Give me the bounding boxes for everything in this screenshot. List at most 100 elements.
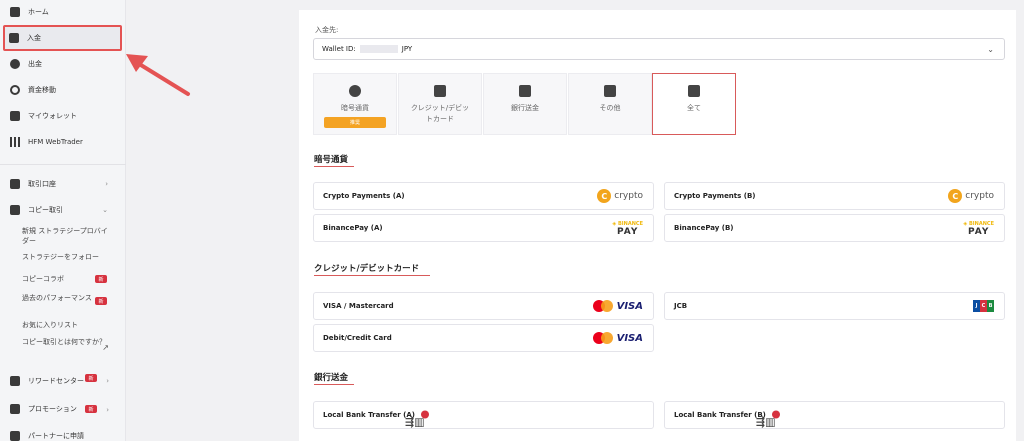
wallet-id-prefix: Wallet ID: <box>322 45 356 53</box>
section-underline <box>314 275 430 276</box>
sidebar-divider <box>0 164 126 165</box>
sidebar-subitem-new-provider[interactable]: 新規 ストラテジープロバイダー <box>22 226 114 246</box>
sidebar-item-label: HFM WebTrader <box>28 138 83 146</box>
sidebar-subitem-follow-strategy[interactable]: ストラテジーをフォロー <box>22 252 114 262</box>
tab-label: クレジット/デビットカード <box>410 104 470 123</box>
my-wallet-icon <box>10 111 20 121</box>
tab-label: 銀行送金 <box>511 104 539 112</box>
sidebar-item-withdraw[interactable]: 出金 <box>6 53 122 75</box>
payment-card-label: Crypto Payments (A) <box>323 192 405 200</box>
bank-transfer-icon: ⇶▥ <box>756 410 780 428</box>
sidebar-item-reward-center[interactable]: リワードセンター <box>6 370 122 392</box>
payment-method-tabs: 暗号通貨 推奨 クレジット/デビットカード 銀行送金 その他 全て <box>313 73 737 135</box>
payment-card-visa-mastercard[interactable]: VISA / Mastercard VISA <box>313 292 654 320</box>
sidebar-item-label: 出金 <box>28 60 42 68</box>
sidebar-item-apply-partner[interactable]: パートナーに申請 <box>6 425 122 441</box>
sidebar-item-label: コピー取引 <box>28 206 63 214</box>
payment-card-debit-credit[interactable]: Debit/Credit Card VISA <box>313 324 654 352</box>
wallet-icon <box>604 85 616 97</box>
sidebar-subitem-label: 過去のパフォーマンス <box>22 294 92 302</box>
annotation-arrow <box>126 54 190 96</box>
tab-crypto[interactable]: 暗号通貨 推奨 <box>313 73 397 135</box>
tab-other[interactable]: その他 <box>568 73 652 135</box>
payment-card-label: Local Bank Transfer (B) <box>674 411 766 419</box>
section-title-bank: 銀行送金 <box>314 373 349 383</box>
section-title-crypto: 暗号通貨 <box>314 155 349 165</box>
new-badge: 新 <box>85 374 97 382</box>
chevron-right-icon: › <box>105 180 108 188</box>
payment-card-crypto-b[interactable]: Crypto Payments (B) Ccrypto <box>664 182 1005 210</box>
bitcoin-icon <box>349 85 361 97</box>
bank-icon <box>519 85 531 97</box>
tab-card[interactable]: クレジット/デビットカード <box>398 73 482 135</box>
sidebar-item-label: 取引口座 <box>28 180 56 188</box>
payment-card-jcb[interactable]: JCB J C B <box>664 292 1005 320</box>
all-methods-icon <box>688 85 700 97</box>
crypto-logo-icon: Ccrypto <box>948 189 994 203</box>
sidebar-subitem-what-is-copy[interactable]: コピー取引とは何ですか？ <box>22 337 114 347</box>
sidebar-item-my-wallet[interactable]: マイウォレット <box>6 105 122 127</box>
tab-label: 暗号通貨 <box>341 104 369 112</box>
home-icon <box>10 7 20 17</box>
section-title-card: クレジット/デビットカード <box>314 264 420 274</box>
credit-card-icon <box>434 85 446 97</box>
payment-card-crypto-a[interactable]: Crypto Payments (A) Ccrypto <box>313 182 654 210</box>
sidebar-subitem-label: ストラテジーをフォロー <box>22 253 99 261</box>
external-link-icon[interactable]: ↗ <box>102 343 109 352</box>
mastercard-visa-logo-icon: VISA <box>592 332 643 344</box>
deposit-panel: 入金先: Wallet ID: JPY ⌄ 暗号通貨 推奨 クレジット/デビット… <box>299 10 1016 441</box>
tab-label: 全て <box>687 104 701 112</box>
wallet-select[interactable]: Wallet ID: JPY ⌄ <box>313 38 1005 60</box>
payment-card-local-bank-b[interactable]: Local Bank Transfer (B) ⇶▥ <box>664 401 1005 429</box>
chevron-right-icon: › <box>106 377 109 385</box>
partner-icon <box>10 431 20 441</box>
payment-card-label: Local Bank Transfer (A) <box>323 411 415 419</box>
tab-label: その他 <box>599 104 621 112</box>
chart-bars-icon <box>10 137 20 147</box>
sidebar-subitem-label: コピーコラボ <box>22 275 64 283</box>
tab-all[interactable]: 全て <box>652 73 736 135</box>
sidebar-item-label: 入金 <box>27 34 41 42</box>
sidebar-item-label: ホーム <box>28 8 49 16</box>
new-badge: 新 <box>95 297 107 305</box>
sidebar-item-label: リワードセンター <box>28 377 84 385</box>
tab-bank[interactable]: 銀行送金 <box>483 73 567 135</box>
wallet-icon <box>9 33 19 43</box>
sidebar-item-copy-trading[interactable]: コピー取引 ⌄ <box>6 199 122 221</box>
section-underline <box>314 166 354 167</box>
recommend-badge: 推奨 <box>324 117 386 128</box>
payment-card-binancepay-b[interactable]: BinancePay (B) ◈ BINANCE PAY <box>664 214 1005 242</box>
jcb-logo-icon: J C B <box>973 300 994 312</box>
mastercard-visa-logo-icon: VISA <box>592 300 643 312</box>
sidebar-subitem-label: 新規 ストラテジープロバイダー <box>22 227 108 245</box>
sidebar-subitem-favorites[interactable]: お気に入りリスト <box>22 320 114 330</box>
wallet-id-masked <box>359 45 398 53</box>
sidebar-item-trading-accounts[interactable]: 取引口座 › <box>6 173 122 195</box>
new-badge: 新 <box>95 275 107 283</box>
payment-card-label: Debit/Credit Card <box>323 334 392 342</box>
sidebar-item-promotion[interactable]: プロモーション <box>6 398 122 420</box>
payment-card-label: BinancePay (B) <box>674 224 734 232</box>
sidebar-item-label: プロモーション <box>28 405 77 413</box>
payment-card-label: JCB <box>674 302 688 310</box>
withdraw-icon <box>10 59 20 69</box>
wallet-currency: JPY <box>401 45 413 53</box>
payment-card-binancepay-a[interactable]: BinancePay (A) ◈ BINANCE PAY <box>313 214 654 242</box>
promotion-icon <box>10 404 20 414</box>
new-badge: 新 <box>85 405 97 413</box>
payment-card-label: VISA / Mastercard <box>323 302 394 310</box>
sidebar-item-webtrader[interactable]: HFM WebTrader <box>6 131 122 153</box>
layers-icon <box>10 205 20 215</box>
binance-pay-logo-icon: ◈ BINANCE PAY <box>963 221 994 237</box>
sidebar-item-transfer[interactable]: 資金移動 <box>6 79 122 101</box>
sidebar-item-label: マイウォレット <box>28 112 77 120</box>
sidebar: ホーム 入金 出金 資金移動 マイウォレット HFM WebTrader 取引口… <box>0 0 126 441</box>
gift-icon <box>10 376 20 386</box>
chevron-down-icon: ⌄ <box>102 206 108 214</box>
payment-card-label: BinancePay (A) <box>323 224 383 232</box>
sidebar-item-deposit[interactable]: 入金 <box>3 25 122 51</box>
sidebar-item-label: 資金移動 <box>28 86 56 94</box>
section-underline <box>314 384 354 385</box>
payment-card-local-bank-a[interactable]: Local Bank Transfer (A) ⇶▥ <box>313 401 654 429</box>
sidebar-item-home[interactable]: ホーム <box>6 1 122 23</box>
